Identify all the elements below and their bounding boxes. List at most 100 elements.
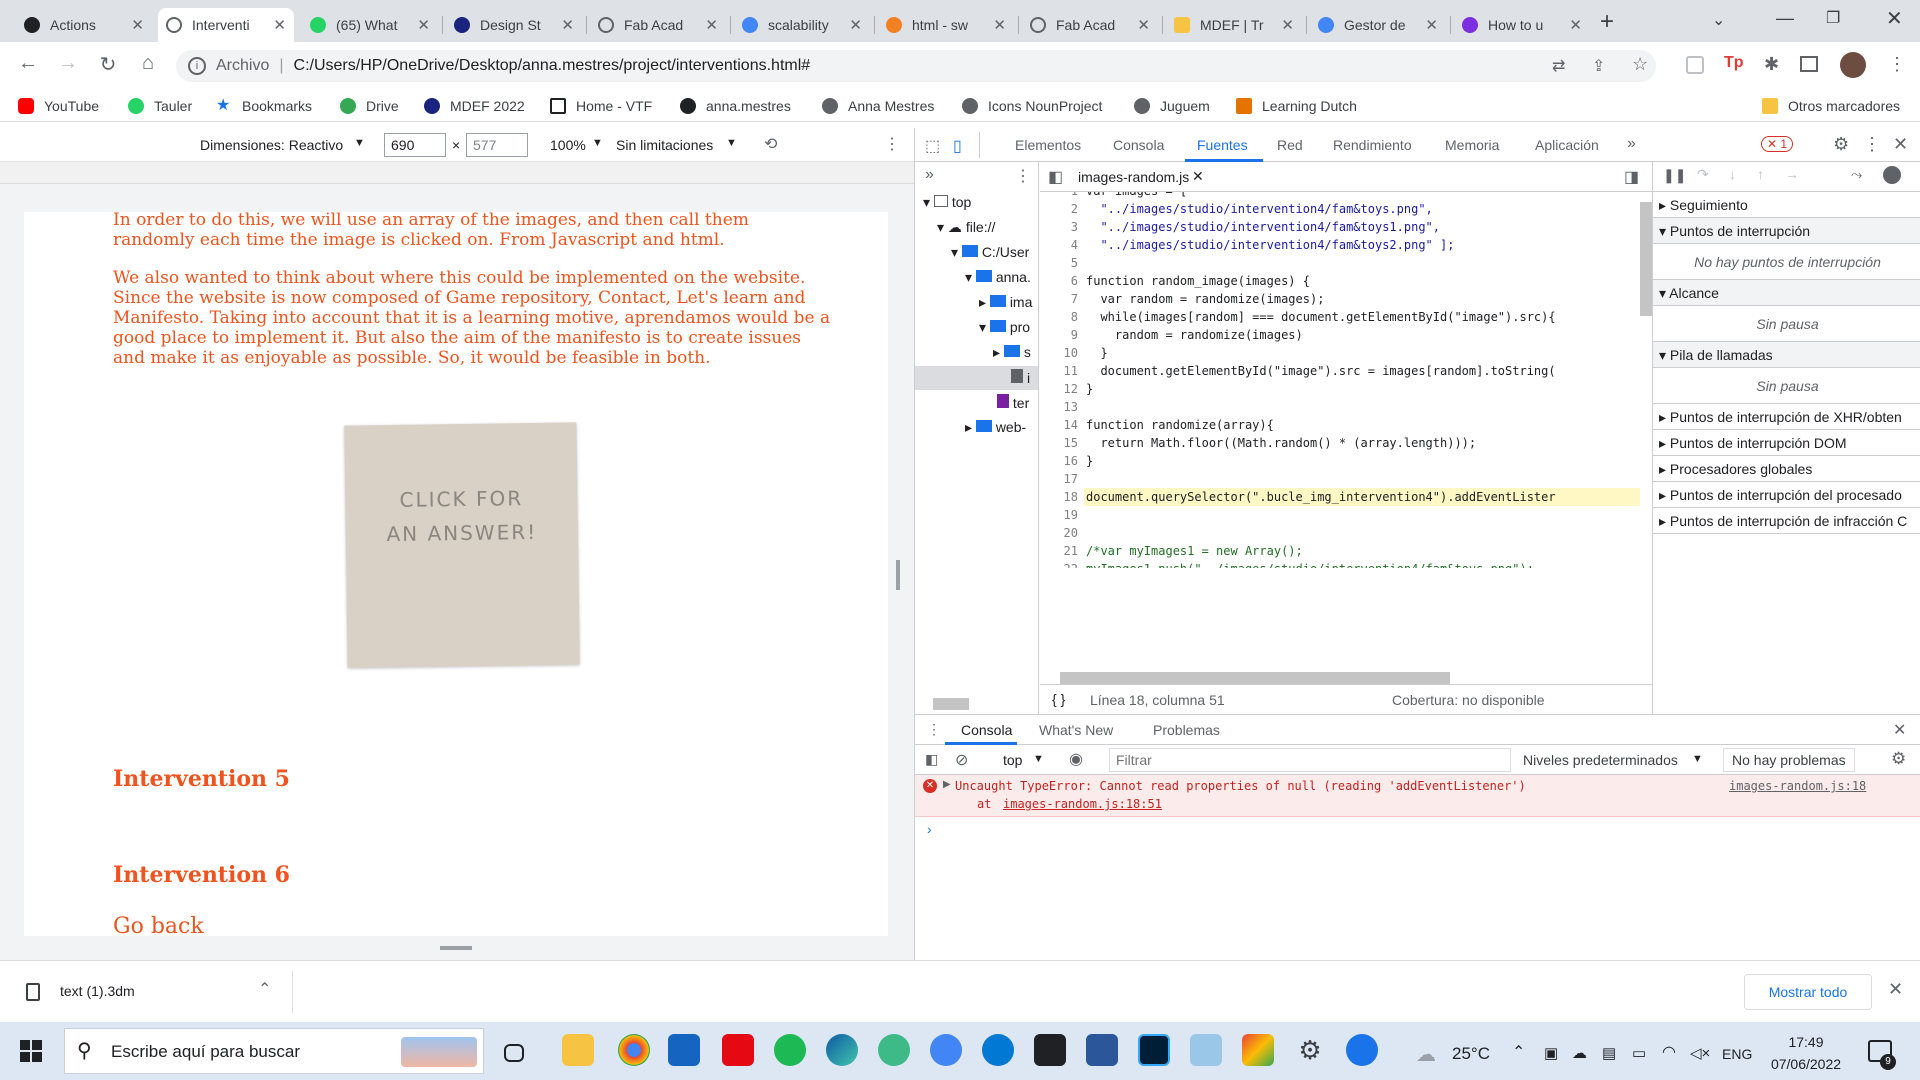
tray-icon[interactable]: ▣ xyxy=(1544,1044,1558,1062)
close-icon[interactable]: ✕ xyxy=(561,16,574,34)
sidebar-toggle-icon[interactable]: ◧ xyxy=(925,751,938,768)
step-out-icon[interactable]: ↑ xyxy=(1757,166,1764,182)
bookmark-bookmarks[interactable]: ★ Bookmarks xyxy=(216,98,312,115)
bookmark-drive[interactable]: Drive xyxy=(340,98,399,114)
clock-date[interactable]: 07/06/2022 xyxy=(1766,1056,1846,1072)
line-number[interactable]: 2 xyxy=(1040,202,1078,216)
sticky-note-image[interactable]: CLICK FOR AN ANSWER! xyxy=(344,422,580,668)
rhino-icon[interactable] xyxy=(1190,1034,1222,1066)
section-dom[interactable]: ▸ Puntos de interrupción DOM xyxy=(1653,430,1920,456)
line-number[interactable]: 4 xyxy=(1040,238,1078,252)
context-select[interactable]: top xyxy=(1003,752,1022,768)
section-global[interactable]: ▸ Procesadores globales xyxy=(1653,456,1920,482)
dimensions-select[interactable]: Dimensiones: Reactivo xyxy=(200,137,343,153)
tab[interactable]: html - sw ✕ xyxy=(878,8,1014,42)
line-number[interactable]: 14 xyxy=(1040,418,1078,432)
windows-start-icon[interactable] xyxy=(20,1040,42,1062)
settings-icon[interactable]: ⚙ xyxy=(1833,134,1849,155)
spotify-icon[interactable] xyxy=(774,1034,806,1066)
section-callstack[interactable]: ▾ Pila de llamadas xyxy=(1653,342,1920,368)
bookmark-vtf[interactable]: Home - VTF xyxy=(550,98,652,114)
tab-active[interactable]: Interventi ✕ xyxy=(158,8,294,42)
extension-tp-icon[interactable]: Tp xyxy=(1724,54,1744,72)
translate-icon[interactable]: ⇄ xyxy=(1552,56,1565,76)
tree-folder[interactable]: ▸ s xyxy=(993,344,1031,361)
reload-button[interactable]: ↻ xyxy=(96,52,120,77)
tree-folder[interactable]: ▾ pro xyxy=(979,319,1030,336)
editor-hscrollbar[interactable] xyxy=(1060,672,1450,684)
share-icon[interactable]: ⇪ xyxy=(1592,56,1605,76)
section-csp[interactable]: ▸ Puntos de interrupción de infracción C xyxy=(1653,508,1920,534)
pretty-print-icon[interactable]: { } xyxy=(1052,691,1065,707)
minimize-button[interactable]: — xyxy=(1776,8,1794,29)
bookmark-tauler[interactable]: Tauler xyxy=(128,98,192,114)
mail-icon[interactable] xyxy=(668,1034,700,1066)
wifi-icon[interactable]: ◠ xyxy=(1662,1042,1676,1062)
tab-performance[interactable]: Rendimiento xyxy=(1333,137,1412,153)
resize-handle-vertical[interactable] xyxy=(896,560,900,590)
bookmark-mdef[interactable]: MDEF 2022 xyxy=(424,98,525,114)
tab[interactable]: Gestor de ✕ xyxy=(1310,8,1446,42)
console-settings-icon[interactable]: ⚙ xyxy=(1891,749,1906,769)
rotate-icon[interactable]: ⟲ xyxy=(764,134,777,154)
error-badge[interactable]: ✕ 1 xyxy=(1761,136,1794,152)
console-error-row[interactable]: ✕ ▶ Uncaught TypeError: Cannot read prop… xyxy=(915,775,1920,817)
forward-button[interactable]: → xyxy=(56,52,80,75)
tab-elements[interactable]: Elementos xyxy=(1015,137,1081,153)
error-location-link[interactable]: images-random.js:18:51 xyxy=(1003,797,1162,811)
go-back-link[interactable]: Go back xyxy=(113,914,204,936)
issues-button[interactable]: No hay problemas xyxy=(1723,748,1855,772)
close-icon[interactable]: ✕ xyxy=(1137,16,1150,34)
bookmark-juguem[interactable]: Juguem xyxy=(1134,98,1210,114)
tree-file[interactable]: ▾ ☁ file:// xyxy=(937,219,995,236)
close-icon[interactable]: ✕ xyxy=(849,16,862,34)
code-line[interactable]: } xyxy=(1086,346,1107,360)
bookmark-github[interactable]: anna.mestres xyxy=(680,98,791,114)
file-tab[interactable]: images-random.js xyxy=(1078,169,1189,185)
line-number[interactable]: 10 xyxy=(1040,346,1078,360)
chevron-up-icon[interactable]: ⌃ xyxy=(258,979,271,999)
filter-input[interactable] xyxy=(1109,748,1511,772)
taskbar-search[interactable]: ⚲ Escribe aquí para buscar xyxy=(64,1028,484,1074)
section-xhr[interactable]: ▸ Puntos de interrupción de XHR/obten xyxy=(1653,404,1920,430)
battery-icon[interactable]: ▭ xyxy=(1632,1044,1646,1062)
error-source-link[interactable]: images-random.js:18 xyxy=(1729,779,1866,793)
more-panes-icon[interactable]: » xyxy=(925,166,934,184)
nav-scrollbar[interactable] xyxy=(933,698,969,710)
close-devtools-icon[interactable]: ✕ xyxy=(1893,134,1908,155)
app-icon[interactable] xyxy=(1242,1034,1274,1066)
line-number[interactable]: 11 xyxy=(1040,364,1078,378)
step-into-icon[interactable]: ↓ xyxy=(1729,166,1736,182)
code-line[interactable]: } xyxy=(1086,382,1093,396)
code-line[interactable]: var images = [ xyxy=(1086,192,1187,198)
code-line[interactable]: function randomize(array){ xyxy=(1086,418,1274,432)
netflix-icon[interactable] xyxy=(722,1034,754,1066)
tab[interactable]: (65) What ✕ xyxy=(302,8,438,42)
bookmark-nounproject[interactable]: Icons NounProject xyxy=(962,98,1102,114)
tab[interactable]: How to u ✕ xyxy=(1454,8,1590,42)
tab-memory[interactable]: Memoria xyxy=(1445,137,1499,153)
puzzle-icon[interactable]: ✱ xyxy=(1764,54,1779,75)
close-icon[interactable]: ✕ xyxy=(131,16,144,34)
address-bar[interactable]: i Archivo | C:/Users/HP/OneDrive/Desktop… xyxy=(176,50,1656,82)
tab-network[interactable]: Red xyxy=(1277,137,1303,153)
chrome-icon[interactable] xyxy=(618,1034,650,1066)
throttle-select[interactable]: Sin limitaciones xyxy=(616,137,713,153)
close-icon[interactable]: ✕ xyxy=(1281,16,1294,34)
tab-sources[interactable]: Fuentes xyxy=(1197,137,1248,153)
section-watch[interactable]: ▸ Seguimiento xyxy=(1653,192,1920,218)
bookmark-dutch[interactable]: Learning Dutch xyxy=(1236,98,1357,114)
line-number[interactable]: 15 xyxy=(1040,436,1078,450)
atom-icon[interactable] xyxy=(878,1034,910,1066)
code-line[interactable]: } xyxy=(1086,454,1093,468)
line-number[interactable]: 1 xyxy=(1040,192,1078,198)
tree-top[interactable]: ▾ top xyxy=(923,194,971,211)
expand-icon[interactable]: ▶ xyxy=(943,779,951,790)
section-listener[interactable]: ▸ Puntos de interrupción del procesado xyxy=(1653,482,1920,508)
code-line[interactable]: while(images[random] === document.getEle… xyxy=(1086,310,1555,324)
volume-icon[interactable]: ◁× xyxy=(1690,1044,1710,1062)
close-file-icon[interactable]: ✕ xyxy=(1192,168,1204,185)
side-panel-icon[interactable] xyxy=(1800,56,1818,72)
tab-search-icon[interactable]: ⌄ xyxy=(1712,10,1725,30)
code-line[interactable]: function random_image(images) { xyxy=(1086,274,1310,288)
